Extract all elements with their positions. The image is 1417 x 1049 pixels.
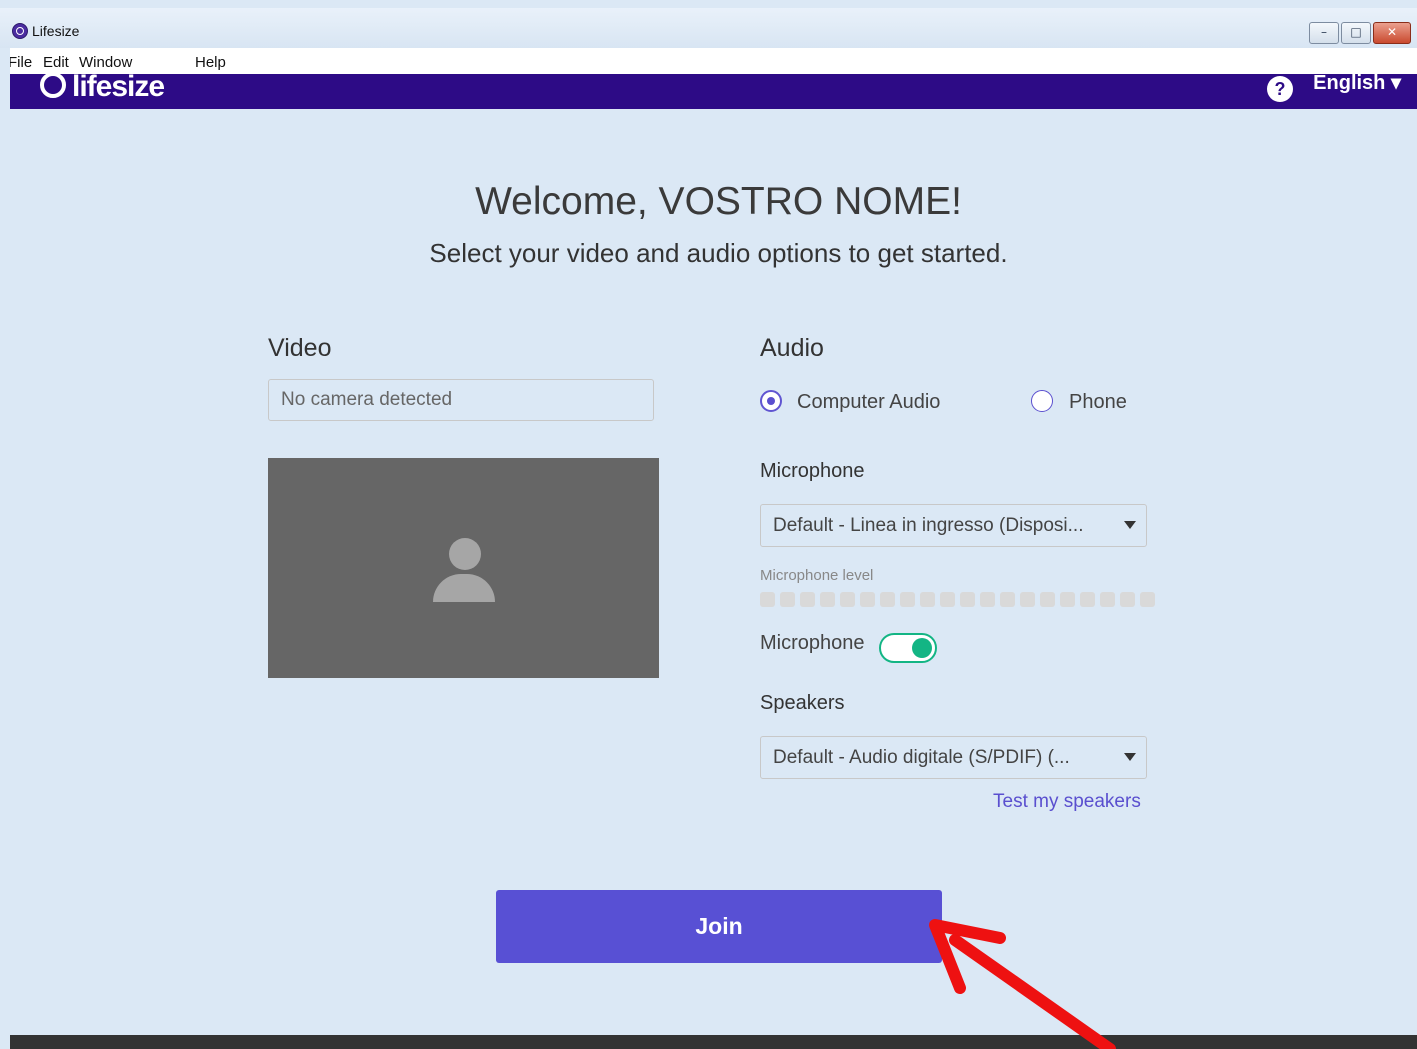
microphone-level-meter bbox=[760, 592, 1155, 607]
lifesize-app-icon bbox=[12, 23, 28, 39]
microphone-title: Microphone bbox=[760, 460, 865, 482]
camera-select[interactable]: No camera detected bbox=[268, 379, 654, 421]
audio-section-title: Audio bbox=[760, 334, 824, 362]
level-bar bbox=[1040, 592, 1055, 607]
window-left-border bbox=[0, 48, 10, 1049]
close-button[interactable]: ✕ bbox=[1373, 22, 1411, 44]
window-title: Lifesize bbox=[32, 23, 80, 39]
level-bar bbox=[760, 592, 775, 607]
computer-audio-label[interactable]: Computer Audio bbox=[797, 391, 940, 414]
maximize-icon: □ bbox=[1350, 25, 1362, 39]
menu-window[interactable]: Window bbox=[79, 54, 132, 71]
lifesize-logo: lifesize bbox=[72, 70, 165, 103]
close-icon: ✕ bbox=[1386, 25, 1398, 39]
level-bar bbox=[940, 592, 955, 607]
phone-radio[interactable] bbox=[1031, 390, 1053, 412]
phone-label[interactable]: Phone bbox=[1069, 391, 1127, 414]
speakers-title: Speakers bbox=[760, 692, 845, 714]
person-icon bbox=[433, 574, 495, 602]
level-bar bbox=[1100, 592, 1115, 607]
level-bar bbox=[960, 592, 975, 607]
level-bar bbox=[1000, 592, 1015, 607]
lifesize-logo-icon bbox=[40, 72, 66, 98]
speakers-select-value: Default - Audio digitale (S/PDIF) (... bbox=[773, 747, 1070, 768]
microphone-level-label: Microphone level bbox=[760, 567, 874, 584]
join-button[interactable]: Join bbox=[496, 890, 942, 963]
menu-file[interactable]: File bbox=[8, 54, 32, 71]
level-bar bbox=[900, 592, 915, 607]
level-bar bbox=[1020, 592, 1035, 607]
video-preview bbox=[268, 458, 659, 678]
test-speakers-link[interactable]: Test my speakers bbox=[993, 791, 1141, 813]
level-bar bbox=[840, 592, 855, 607]
toggle-knob bbox=[912, 638, 932, 658]
minimize-button[interactable]: – bbox=[1309, 22, 1339, 44]
welcome-title: Welcome, VOSTRO NOME! bbox=[475, 180, 962, 223]
microphone-select-value: Default - Linea in ingresso (Disposi... bbox=[773, 515, 1084, 536]
level-bar bbox=[820, 592, 835, 607]
level-bar bbox=[1120, 592, 1135, 607]
welcome-subtitle: Select your video and audio options to g… bbox=[429, 238, 1008, 268]
maximize-button[interactable]: □ bbox=[1341, 22, 1371, 44]
video-section-title: Video bbox=[268, 334, 332, 362]
avatar-head bbox=[449, 538, 481, 570]
microphone-select[interactable]: Default - Linea in ingresso (Disposi... bbox=[760, 504, 1147, 547]
level-bar bbox=[780, 592, 795, 607]
menu-edit[interactable]: Edit bbox=[43, 54, 69, 71]
microphone-toggle[interactable] bbox=[879, 633, 937, 663]
level-bar bbox=[1140, 592, 1155, 607]
microphone-toggle-label: Microphone bbox=[760, 632, 865, 654]
help-icon[interactable]: ? bbox=[1267, 76, 1293, 102]
computer-audio-radio[interactable] bbox=[760, 390, 782, 412]
level-bar bbox=[860, 592, 875, 607]
level-bar bbox=[800, 592, 815, 607]
window-titlebar: Lifesize – □ ✕ bbox=[0, 8, 1417, 48]
menu-help[interactable]: Help bbox=[195, 54, 226, 71]
level-bar bbox=[1080, 592, 1095, 607]
speakers-select[interactable]: Default - Audio digitale (S/PDIF) (... bbox=[760, 736, 1147, 779]
dropdown-caret-icon bbox=[1124, 753, 1136, 761]
level-bar bbox=[980, 592, 995, 607]
window-controls: – □ ✕ bbox=[1307, 22, 1411, 44]
menu-bar: File Edit Window Help bbox=[0, 48, 1417, 74]
minimize-icon: – bbox=[1321, 25, 1327, 39]
level-bar bbox=[880, 592, 895, 607]
level-bar bbox=[920, 592, 935, 607]
level-bar bbox=[1060, 592, 1075, 607]
footer-bar bbox=[10, 1035, 1417, 1049]
dropdown-caret-icon bbox=[1124, 521, 1136, 529]
